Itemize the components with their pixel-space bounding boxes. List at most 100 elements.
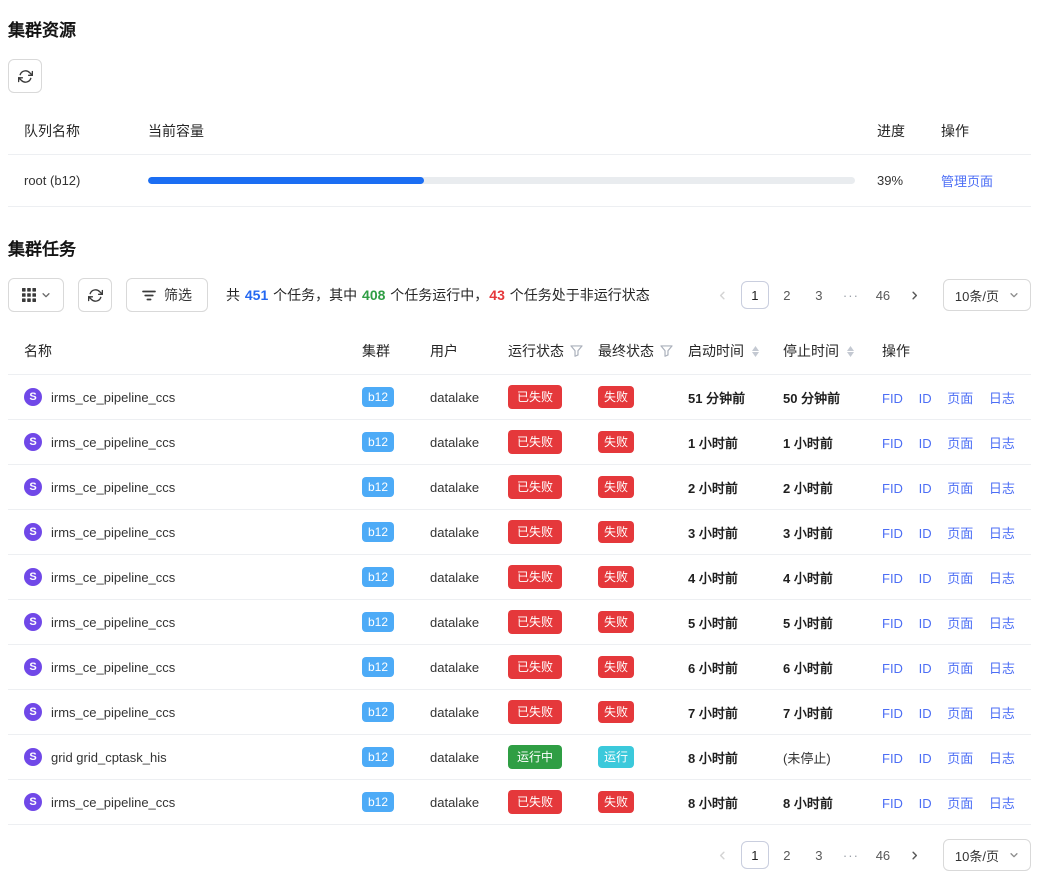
id-link[interactable]: ID	[919, 706, 932, 721]
log-link[interactable]: 日志	[989, 571, 1015, 586]
page-link[interactable]: 页面	[947, 796, 973, 811]
tasks-table: 名称 集群 用户 运行状态 最终状态 启动时间 停止时间	[8, 328, 1031, 825]
fid-link[interactable]: FID	[882, 481, 903, 496]
spark-avatar-icon: S	[24, 613, 42, 631]
col-user: 用户	[424, 341, 500, 361]
manage-page-link[interactable]: 管理页面	[941, 174, 993, 189]
log-link[interactable]: 日志	[989, 526, 1015, 541]
col-final-status[interactable]: 最终状态	[590, 341, 680, 361]
log-link[interactable]: 日志	[989, 436, 1015, 451]
start-time: 5 小时前	[680, 613, 775, 632]
page-1-button[interactable]: 1	[741, 281, 769, 309]
log-link[interactable]: 日志	[989, 796, 1015, 811]
page-3-button[interactable]: 3	[805, 281, 833, 309]
log-link[interactable]: 日志	[989, 661, 1015, 676]
col-resource-actions: 操作	[935, 121, 1031, 141]
task-name: irms_ce_pipeline_ccs	[51, 435, 175, 450]
funnel-filter-icon[interactable]	[660, 345, 673, 357]
page-3-button[interactable]: 3	[805, 841, 833, 869]
fid-link[interactable]: FID	[882, 391, 903, 406]
fid-link[interactable]: FID	[882, 706, 903, 721]
page-ellipsis[interactable]: ···	[837, 281, 865, 309]
start-time: 8 小时前	[680, 793, 775, 812]
prev-page-button[interactable]	[709, 281, 737, 309]
funnel-filter-icon[interactable]	[570, 345, 583, 357]
page-46-button[interactable]: 46	[869, 281, 897, 309]
column-settings-button[interactable]	[8, 278, 64, 312]
page-46-button[interactable]: 46	[869, 841, 897, 869]
task-row: S irms_ce_pipeline_ccs b12 datalake 已失败 …	[8, 555, 1031, 600]
tasks-table-body: S irms_ce_pipeline_ccs b12 datalake 已失败 …	[8, 375, 1031, 825]
fid-link[interactable]: FID	[882, 796, 903, 811]
tasks-summary: 共 451 个任务，其中 408 个任务运行中，43 个任务处于非运行状态	[226, 285, 650, 305]
resources-refresh-button[interactable]	[8, 59, 42, 93]
fid-link[interactable]: FID	[882, 751, 903, 766]
page-size-select[interactable]: 10条/页	[943, 839, 1031, 871]
page-link[interactable]: 页面	[947, 526, 973, 541]
spark-avatar-icon: S	[24, 568, 42, 586]
page-1-button[interactable]: 1	[741, 841, 769, 869]
stop-time: 1 小时前	[775, 433, 872, 452]
start-time: 7 小时前	[680, 703, 775, 722]
run-status-badge: 已失败	[508, 790, 562, 814]
next-page-button[interactable]	[901, 841, 929, 869]
fid-link[interactable]: FID	[882, 526, 903, 541]
id-link[interactable]: ID	[919, 616, 932, 631]
log-link[interactable]: 日志	[989, 706, 1015, 721]
sort-icon[interactable]	[751, 346, 760, 357]
page-link[interactable]: 页面	[947, 751, 973, 766]
task-name: irms_ce_pipeline_ccs	[51, 525, 175, 540]
id-link[interactable]: ID	[919, 796, 932, 811]
id-link[interactable]: ID	[919, 481, 932, 496]
cluster-tag: b12	[362, 387, 394, 407]
id-link[interactable]: ID	[919, 526, 932, 541]
filter-button[interactable]: 筛选	[126, 278, 208, 312]
fid-link[interactable]: FID	[882, 436, 903, 451]
col-stop-time[interactable]: 停止时间	[775, 341, 872, 361]
page-size-select[interactable]: 10条/页	[943, 279, 1031, 311]
id-link[interactable]: ID	[919, 571, 932, 586]
task-name: grid grid_cptask_his	[51, 750, 167, 765]
page-2-button[interactable]: 2	[773, 841, 801, 869]
page-size-value: 10条/页	[955, 846, 999, 865]
page-link[interactable]: 页面	[947, 436, 973, 451]
page-2-button[interactable]: 2	[773, 281, 801, 309]
task-name: irms_ce_pipeline_ccs	[51, 660, 175, 675]
page-link[interactable]: 页面	[947, 391, 973, 406]
log-link[interactable]: 日志	[989, 751, 1015, 766]
page-link[interactable]: 页面	[947, 616, 973, 631]
fid-link[interactable]: FID	[882, 661, 903, 676]
id-link[interactable]: ID	[919, 661, 932, 676]
final-status-badge: 失败	[598, 386, 634, 408]
page-link[interactable]: 页面	[947, 661, 973, 676]
col-start-time[interactable]: 启动时间	[680, 341, 775, 361]
task-user: datalake	[424, 435, 500, 450]
task-row: S irms_ce_pipeline_ccs b12 datalake 已失败 …	[8, 780, 1031, 825]
chevron-right-icon	[909, 850, 920, 861]
fid-link[interactable]: FID	[882, 616, 903, 631]
id-link[interactable]: ID	[919, 751, 932, 766]
run-status-badge: 已失败	[508, 610, 562, 634]
chevron-right-icon	[909, 290, 920, 301]
fid-link[interactable]: FID	[882, 571, 903, 586]
page-link[interactable]: 页面	[947, 481, 973, 496]
id-link[interactable]: ID	[919, 436, 932, 451]
col-run-status[interactable]: 运行状态	[500, 341, 590, 361]
page-ellipsis[interactable]: ···	[837, 841, 865, 869]
tasks-refresh-button[interactable]	[78, 278, 112, 312]
log-link[interactable]: 日志	[989, 616, 1015, 631]
task-user: datalake	[424, 705, 500, 720]
page-link[interactable]: 页面	[947, 706, 973, 721]
page-link[interactable]: 页面	[947, 571, 973, 586]
start-time: 6 小时前	[680, 658, 775, 677]
id-link[interactable]: ID	[919, 391, 932, 406]
next-page-button[interactable]	[901, 281, 929, 309]
task-user: datalake	[424, 570, 500, 585]
log-link[interactable]: 日志	[989, 391, 1015, 406]
refresh-icon	[18, 69, 33, 84]
log-link[interactable]: 日志	[989, 481, 1015, 496]
prev-page-button[interactable]	[709, 841, 737, 869]
task-name: irms_ce_pipeline_ccs	[51, 570, 175, 585]
sort-icon[interactable]	[846, 346, 855, 357]
queue-row: root (b12) 39% 管理页面	[8, 155, 1031, 207]
